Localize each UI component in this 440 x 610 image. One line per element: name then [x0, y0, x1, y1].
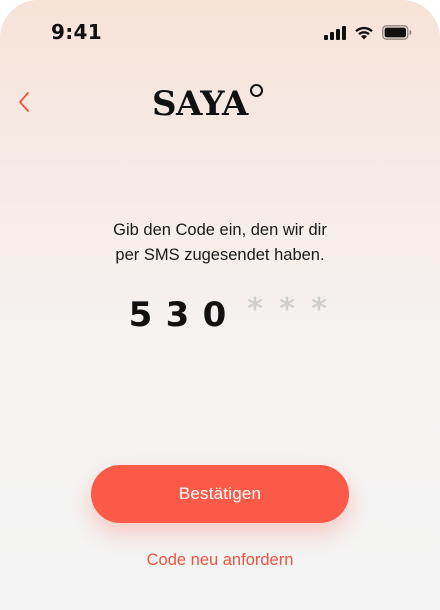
battery-icon	[382, 25, 412, 44]
code-placeholder: *	[247, 291, 263, 327]
screen: 9:41 SAYA Gib den Code ein, den wir dir …	[0, 0, 440, 610]
instruction-line-1: Gib den Code ein, den wir dir	[113, 221, 327, 239]
status-time: 9:41	[51, 20, 102, 44]
code-digit: 3	[165, 295, 190, 335]
back-button[interactable]	[10, 88, 38, 116]
saya-logo: SAYA	[152, 84, 263, 126]
sms-code-input[interactable]: 5 3 0 * * *	[122, 290, 335, 340]
confirm-button[interactable]: Bestätigen	[91, 465, 349, 523]
code-placeholder: *	[311, 291, 327, 327]
ring-icon	[249, 84, 263, 97]
code-digit: 5	[128, 295, 153, 335]
code-digit: 0	[202, 295, 227, 335]
status-bar: 9:41	[0, 0, 440, 68]
resend-code-link[interactable]: Code neu anfordern	[0, 551, 440, 570]
wifi-icon	[354, 25, 374, 44]
status-icons	[324, 25, 412, 44]
code-placeholder: *	[279, 291, 295, 327]
cellular-signal-icon	[324, 25, 346, 44]
instruction-line-2: per SMS zugesendet haben.	[115, 246, 325, 264]
logo-text: SAYA	[152, 84, 248, 124]
verification-instruction: Gib den Code ein, den wir dir per SMS zu…	[0, 218, 440, 268]
chevron-left-icon	[19, 92, 29, 112]
